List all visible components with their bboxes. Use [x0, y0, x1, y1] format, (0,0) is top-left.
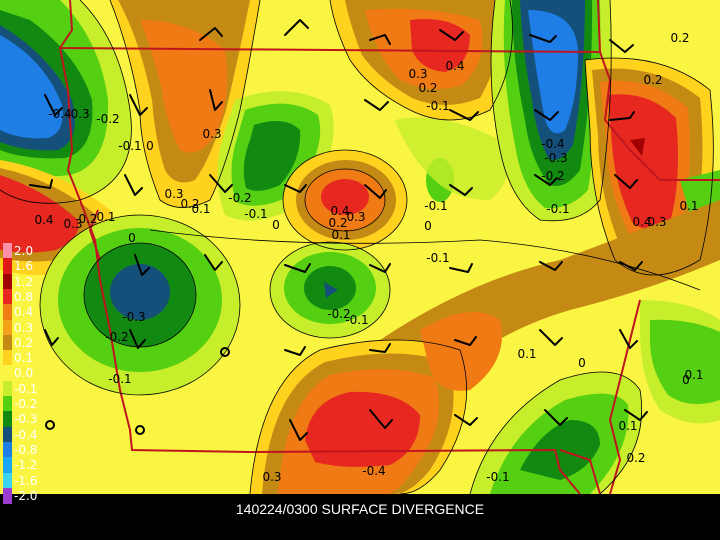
legend-label: -0.2: [14, 397, 38, 411]
legend-entry: 0.2: [3, 334, 45, 351]
contour-label: -0.3: [122, 310, 145, 324]
contour-label: 0: [128, 231, 136, 245]
contour-label: -0.2: [228, 191, 251, 205]
field-min-west: [40, 215, 240, 395]
map-page: 0.3 0.4 0.2 -0.1 0.3 0.3 0.2 0.1 -0.2 -0.1 0 -0.4 -0…: [0, 0, 720, 540]
contour-label: -0.1: [426, 251, 449, 265]
legend-entry: -0.8: [3, 441, 45, 458]
contour-label: 0.4: [34, 213, 53, 227]
contour-label: 0.3: [202, 127, 221, 141]
contour-label: -0.1: [424, 199, 447, 213]
contour-label: -0.4: [362, 464, 385, 478]
legend-swatch: [3, 243, 12, 259]
contour-label: 0: [682, 373, 690, 387]
contour-label: 0.1: [191, 202, 210, 216]
legend-swatch: [3, 365, 12, 382]
legend-label: -0.8: [14, 442, 38, 457]
legend-entry: -0.2: [3, 396, 45, 412]
legend-swatch: [3, 304, 12, 321]
contour-label: 0.2: [78, 212, 97, 226]
map-caption: 140224/0300 SURFACE DIVERGENCE: [235, 501, 485, 517]
color-legend: 2.0 1.6 1.2 0.8 0.4 0.3 0.2 0.1 0.0 -0.1 -0.2 -0.3-…: [3, 243, 45, 513]
legend-label: -0.4: [14, 427, 38, 442]
legend-entry: -1.6: [3, 472, 45, 489]
contour-label: -0.4: [541, 137, 564, 151]
legend-swatch: [3, 457, 12, 474]
legend-label: 1.6: [14, 259, 34, 274]
legend-swatch: [3, 426, 12, 443]
legend-entry: -0.3: [3, 411, 45, 428]
contour-label: 0: [146, 139, 154, 153]
contour-label: 0: [578, 356, 586, 370]
contour-label: -0.2: [541, 169, 564, 183]
legend-label: -1.2: [14, 458, 38, 473]
legend-swatch: [3, 334, 12, 351]
field-min-center: [270, 242, 390, 338]
contour-label: 0.2: [643, 73, 662, 87]
contour-label: 0.2: [670, 31, 689, 45]
contour-label: -0.1: [426, 99, 449, 113]
legend-label: 0.2: [14, 335, 34, 350]
contour-label: -0.1: [118, 139, 141, 153]
legend-entry: 1.2: [3, 273, 45, 290]
legend-swatch: [3, 350, 12, 367]
contour-label: -0.3: [66, 107, 89, 121]
legend-label: -0.3: [14, 412, 38, 427]
legend-swatch: [3, 472, 12, 489]
legend-label: 0.0: [14, 366, 34, 381]
legend-entry: 2.0: [3, 243, 45, 259]
contour-label: 0.4: [445, 59, 464, 73]
legend-entry: -0.4: [3, 426, 45, 443]
contour-label: -0.1: [546, 202, 569, 216]
contour-label: 0.1: [96, 210, 115, 224]
legend-label: 0.3: [14, 320, 34, 335]
legend-entry: 0.3: [3, 319, 45, 336]
contour-label: 0.3: [262, 470, 281, 484]
legend-swatch: [3, 411, 12, 428]
contour-label: -0.2: [105, 330, 128, 344]
legend-entry: 0.0: [3, 365, 45, 382]
contour-label: 0.1: [331, 228, 350, 242]
legend-entry: 0.8: [3, 288, 45, 305]
contour-label: 0.3: [346, 210, 365, 224]
legend-entry: 0.1: [3, 350, 45, 367]
legend-entry: 1.6: [3, 258, 45, 275]
legend-swatch: [3, 396, 12, 412]
contour-label: -0.1: [108, 372, 131, 386]
legend-label: -0.1: [14, 381, 38, 396]
legend-label: 1.2: [14, 274, 34, 289]
contour-label: 0.1: [679, 199, 698, 213]
contour-label: -0.1: [244, 207, 267, 221]
legend-swatch: [3, 288, 12, 305]
legend-label: 2.0: [14, 244, 34, 258]
legend-label: 0.1: [14, 351, 34, 366]
legend-swatch: [3, 380, 12, 397]
contour-label: 0.3: [647, 215, 666, 229]
contour-label: 0.2: [418, 81, 437, 95]
contour-label: -0.1: [486, 470, 509, 484]
contour-label: 0.2: [626, 451, 645, 465]
contour-label: -0.2: [96, 112, 119, 126]
legend-label: 0.8: [14, 289, 34, 304]
legend-swatch: [3, 319, 12, 336]
legend-label: 0.4: [14, 305, 34, 320]
contour-label: -0.1: [345, 313, 368, 327]
contour-label: -0.3: [544, 151, 567, 165]
contour-label: 0.3: [408, 67, 427, 81]
contour-label: 0: [424, 219, 432, 233]
legend-label: -1.6: [14, 473, 38, 488]
divergence-map: 0.30.40.2-0.10.30.30.20.1-0.2-0.10-0.4-0…: [0, 0, 720, 494]
legend-swatch: [3, 273, 12, 290]
legend-swatch: [3, 258, 12, 275]
contour-label: 0: [272, 218, 280, 232]
legend-entry: 0.4: [3, 304, 45, 321]
contour-label: 0.1: [618, 419, 637, 433]
contour-label: 0.1: [517, 347, 536, 361]
legend-entry: -1.2: [3, 457, 45, 474]
legend-swatch: [3, 441, 12, 458]
legend-entry: -0.1: [3, 380, 45, 397]
